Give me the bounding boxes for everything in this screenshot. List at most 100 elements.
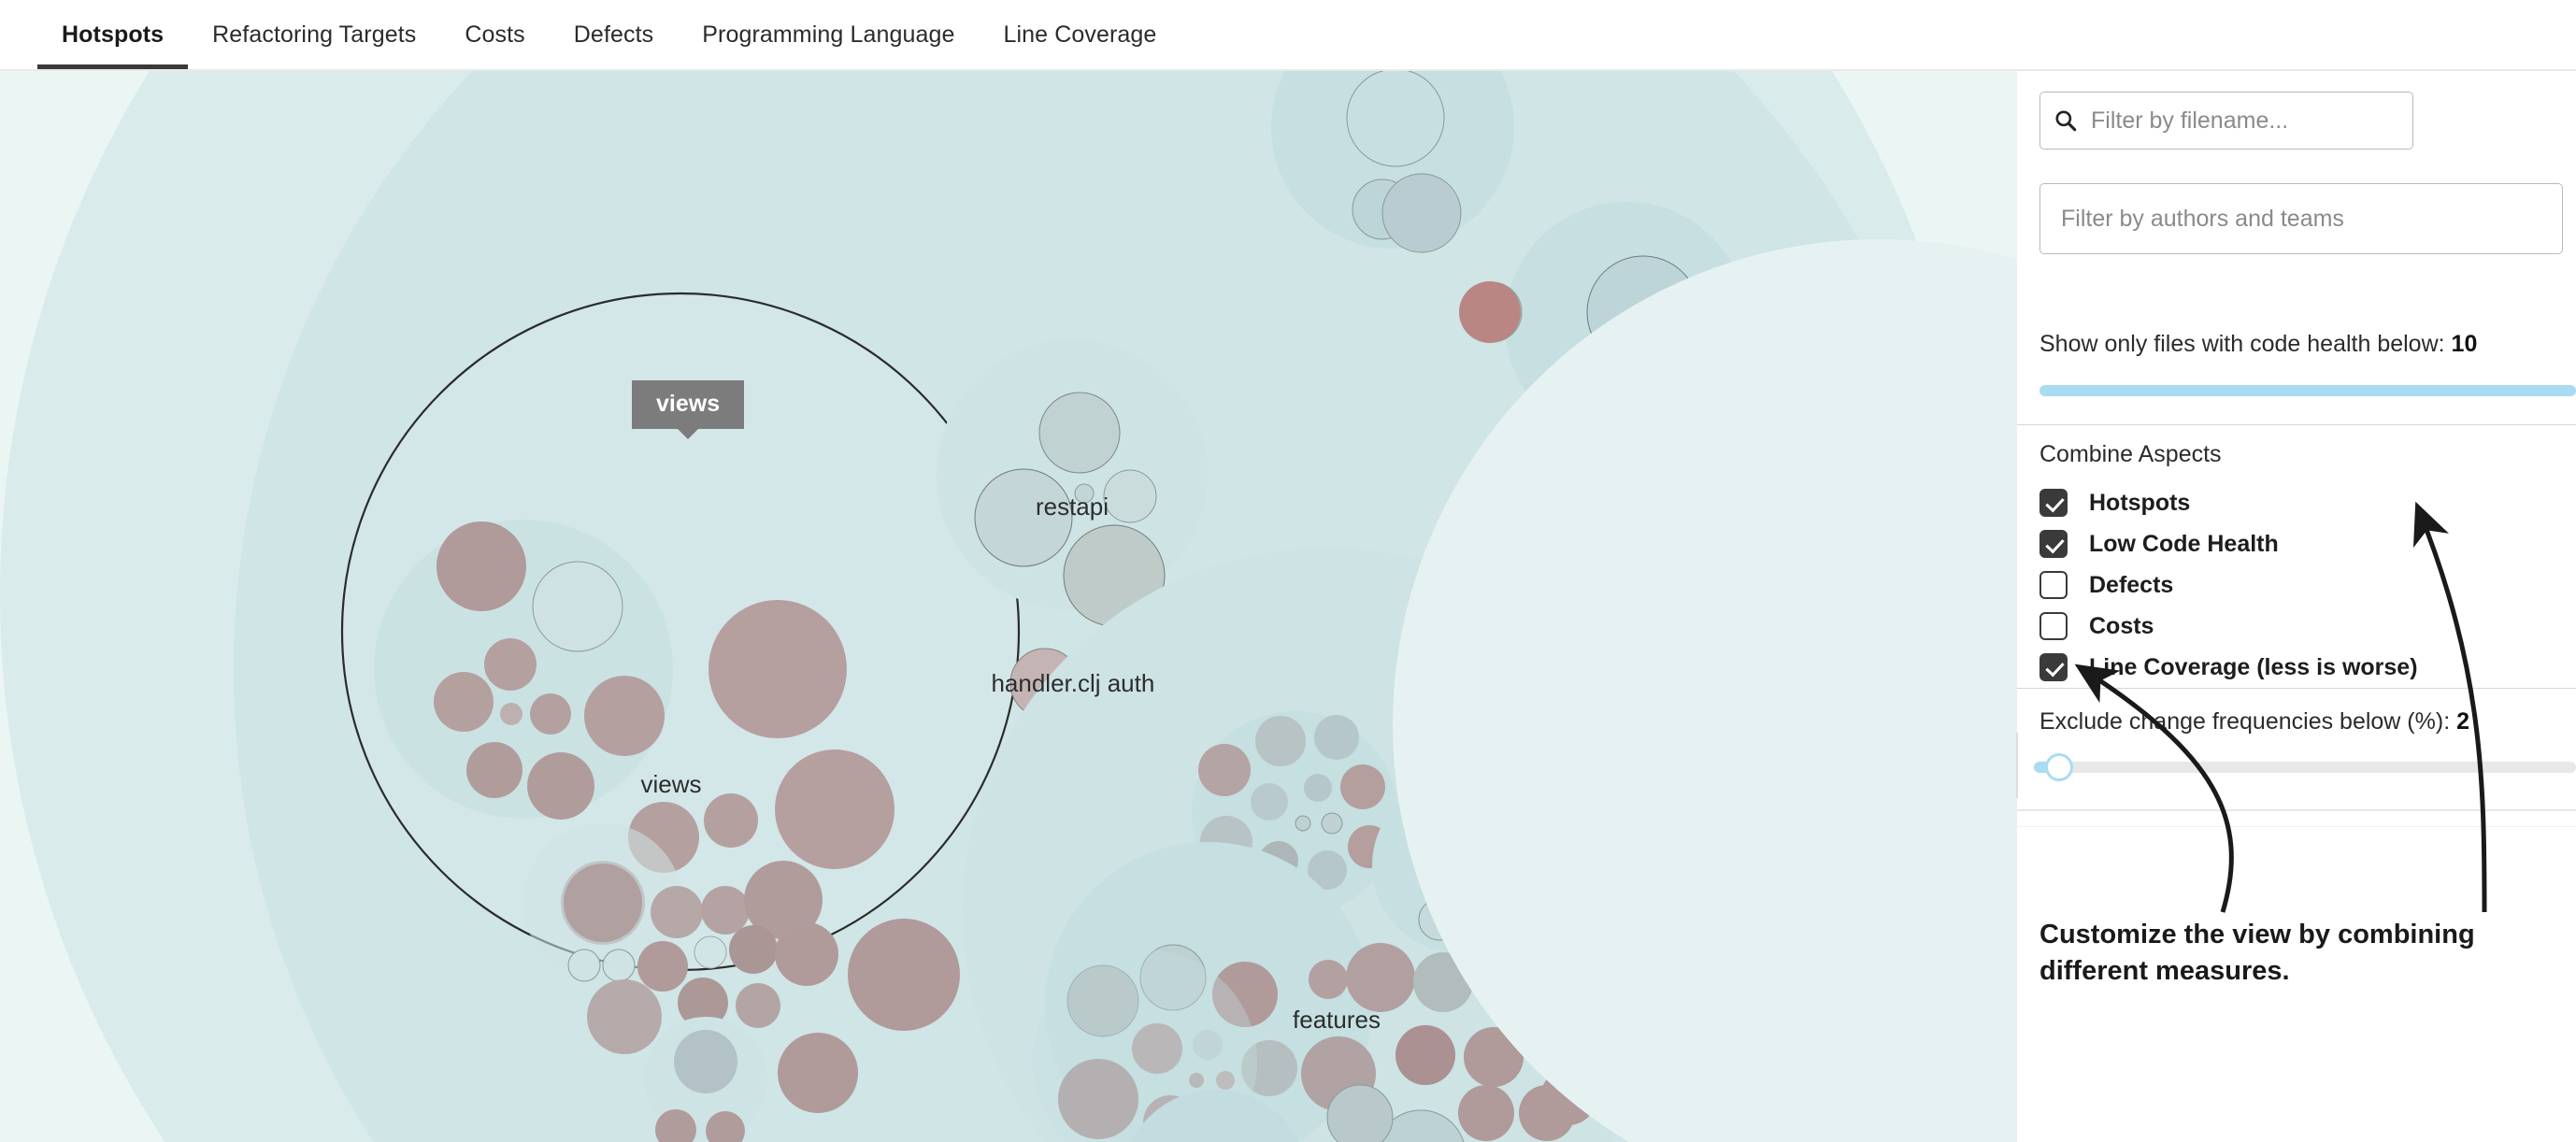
- checkbox-defects[interactable]: [2039, 571, 2068, 599]
- annotation-line-1: Customize the view by combining: [2039, 920, 2475, 949]
- file-bubble[interactable]: [1251, 783, 1288, 821]
- file-bubble[interactable]: [674, 1030, 737, 1093]
- hotspot-bubble[interactable]: [530, 693, 571, 735]
- hotspot-bubble[interactable]: [1458, 1085, 1514, 1141]
- hotspot-bubble[interactable]: [484, 638, 537, 691]
- tab-costs[interactable]: Costs: [440, 0, 549, 69]
- change-frequency-label: Exclude change frequencies below (%): 2: [2039, 708, 2469, 735]
- code-health-value: 10: [2451, 331, 2478, 357]
- slider-knob[interactable]: [2045, 753, 2073, 781]
- hotspot-bubble-large[interactable]: [848, 919, 960, 1031]
- label-auth: auth: [1108, 669, 1155, 697]
- hotspot-bubble[interactable]: [466, 742, 522, 798]
- change-frequency-value: 2: [2456, 708, 2469, 735]
- authors-filter-field[interactable]: Filter by authors and teams: [2039, 183, 2563, 254]
- combine-aspects-list: Hotspots Low Code Health Defects Costs L…: [2039, 482, 2526, 688]
- tab-label: Programming Language: [702, 21, 955, 48]
- combine-aspects-title: Combine Aspects: [2039, 441, 2222, 467]
- label-views-inner: views: [640, 770, 701, 798]
- annotation-text: Customize the view by combining differen…: [2039, 917, 2563, 990]
- bubble-tooltip: views: [632, 380, 745, 429]
- slider-track: [2034, 762, 2576, 773]
- annotation-line-2: different measures.: [2039, 956, 2290, 987]
- circle-packing-svg[interactable]: views restapi handler.clj auth features: [0, 71, 2017, 1142]
- hotspot-bubble[interactable]: [701, 886, 750, 935]
- divider: [2017, 688, 2576, 689]
- hotspot-bubble[interactable]: [736, 983, 780, 1028]
- file-bubble[interactable]: [1381, 173, 1462, 253]
- tab-list: Hotspots Refactoring Targets Costs Defec…: [37, 0, 1181, 69]
- tab-label: Hotspots: [62, 21, 165, 48]
- file-bubble[interactable]: [567, 949, 601, 982]
- tab-label: Refactoring Targets: [212, 21, 417, 48]
- hotspot-bubble[interactable]: [778, 1033, 858, 1113]
- hotspot-bubble[interactable]: [587, 979, 662, 1054]
- checkbox-low-code-health[interactable]: [2039, 530, 2068, 558]
- file-bubble[interactable]: [1103, 469, 1157, 523]
- authors-filter-placeholder: Filter by authors and teams: [2061, 205, 2344, 232]
- aspect-row-costs[interactable]: Costs: [2039, 606, 2526, 647]
- checkbox-hotspots[interactable]: [2039, 489, 2068, 517]
- file-bubble[interactable]: [602, 949, 636, 982]
- tab-bar: Hotspots Refactoring Targets Costs Defec…: [0, 0, 2576, 71]
- file-bubble[interactable]: [1314, 715, 1359, 760]
- search-icon: [2055, 110, 2077, 132]
- divider: [2017, 826, 2576, 827]
- checkbox-costs[interactable]: [2039, 612, 2068, 640]
- hotspot-bubble[interactable]: [584, 676, 665, 756]
- label-handler: handler.clj: [991, 669, 1100, 697]
- aspect-label: Line Coverage (less is worse): [2089, 653, 2418, 680]
- tab-line-coverage[interactable]: Line Coverage: [979, 0, 1181, 69]
- hotspot-bubble[interactable]: [1395, 1025, 1455, 1085]
- file-bubble[interactable]: [532, 561, 623, 652]
- aspect-label: Defects: [2089, 571, 2174, 598]
- hotspot-bubble[interactable]: [637, 941, 688, 992]
- hotspot-bubble[interactable]: [704, 793, 758, 848]
- tab-label: Costs: [465, 21, 525, 48]
- hotspot-bubble[interactable]: [729, 925, 778, 974]
- filename-filter-placeholder: Filter by filename...: [2091, 107, 2289, 134]
- hotspot-bubble-critical[interactable]: [1459, 281, 1521, 343]
- divider: [2017, 424, 2576, 425]
- hotspot-bubble[interactable]: [434, 672, 494, 732]
- code-health-slider[interactable]: [2039, 385, 2576, 396]
- change-frequency-slider[interactable]: [2034, 753, 2576, 781]
- hotspot-bubble[interactable]: [527, 752, 594, 820]
- file-bubble[interactable]: [1295, 815, 1311, 832]
- aspect-row-line-coverage[interactable]: Line Coverage (less is worse): [2039, 647, 2526, 688]
- tab-programming-language[interactable]: Programming Language: [678, 0, 979, 69]
- tab-refactoring-targets[interactable]: Refactoring Targets: [188, 0, 440, 69]
- code-health-label: Show only files with code health below: …: [2039, 331, 2477, 358]
- aspect-row-hotspots[interactable]: Hotspots: [2039, 482, 2526, 523]
- file-bubble[interactable]: [1321, 812, 1343, 835]
- arrow-to-line-coverage: [2074, 664, 2234, 913]
- hotspot-bubble[interactable]: [1198, 744, 1251, 796]
- hotspot-bubble-large[interactable]: [708, 600, 847, 738]
- file-bubble[interactable]: [1038, 392, 1121, 474]
- label-restapi: restapi: [1036, 492, 1109, 521]
- checkbox-line-coverage[interactable]: [2039, 653, 2068, 681]
- hotspot-bubble[interactable]: [500, 703, 522, 725]
- hotspot-bubble[interactable]: [775, 922, 838, 986]
- aspect-label: Low Code Health: [2089, 530, 2279, 557]
- file-bubble[interactable]: [1304, 774, 1332, 802]
- hotspot-bubble[interactable]: [1309, 960, 1348, 999]
- filename-filter-field[interactable]: Filter by filename...: [2039, 92, 2413, 150]
- aspect-row-low-code-health[interactable]: Low Code Health: [2039, 523, 2526, 564]
- hotspot-bubble[interactable]: [436, 521, 526, 611]
- tab-defects[interactable]: Defects: [550, 0, 678, 69]
- hotspot-bubble[interactable]: [564, 864, 642, 942]
- tab-label: Defects: [573, 21, 654, 48]
- tooltip-text: views: [656, 391, 721, 417]
- hotspot-bubble[interactable]: [651, 886, 703, 938]
- tab-hotspots[interactable]: Hotspots: [37, 0, 189, 69]
- aspect-row-defects[interactable]: Defects: [2039, 564, 2526, 606]
- tab-label: Line Coverage: [1003, 21, 1157, 48]
- file-bubble[interactable]: [1346, 71, 1445, 167]
- hotspot-bubble[interactable]: [1346, 943, 1415, 1012]
- hotspot-bubble[interactable]: [1340, 764, 1385, 809]
- hotspot-circle-packing-visualization[interactable]: views restapi handler.clj auth features …: [0, 71, 2017, 1142]
- hotspot-bubble-large[interactable]: [775, 749, 894, 869]
- file-bubble[interactable]: [1255, 716, 1306, 766]
- file-bubble[interactable]: [694, 935, 727, 969]
